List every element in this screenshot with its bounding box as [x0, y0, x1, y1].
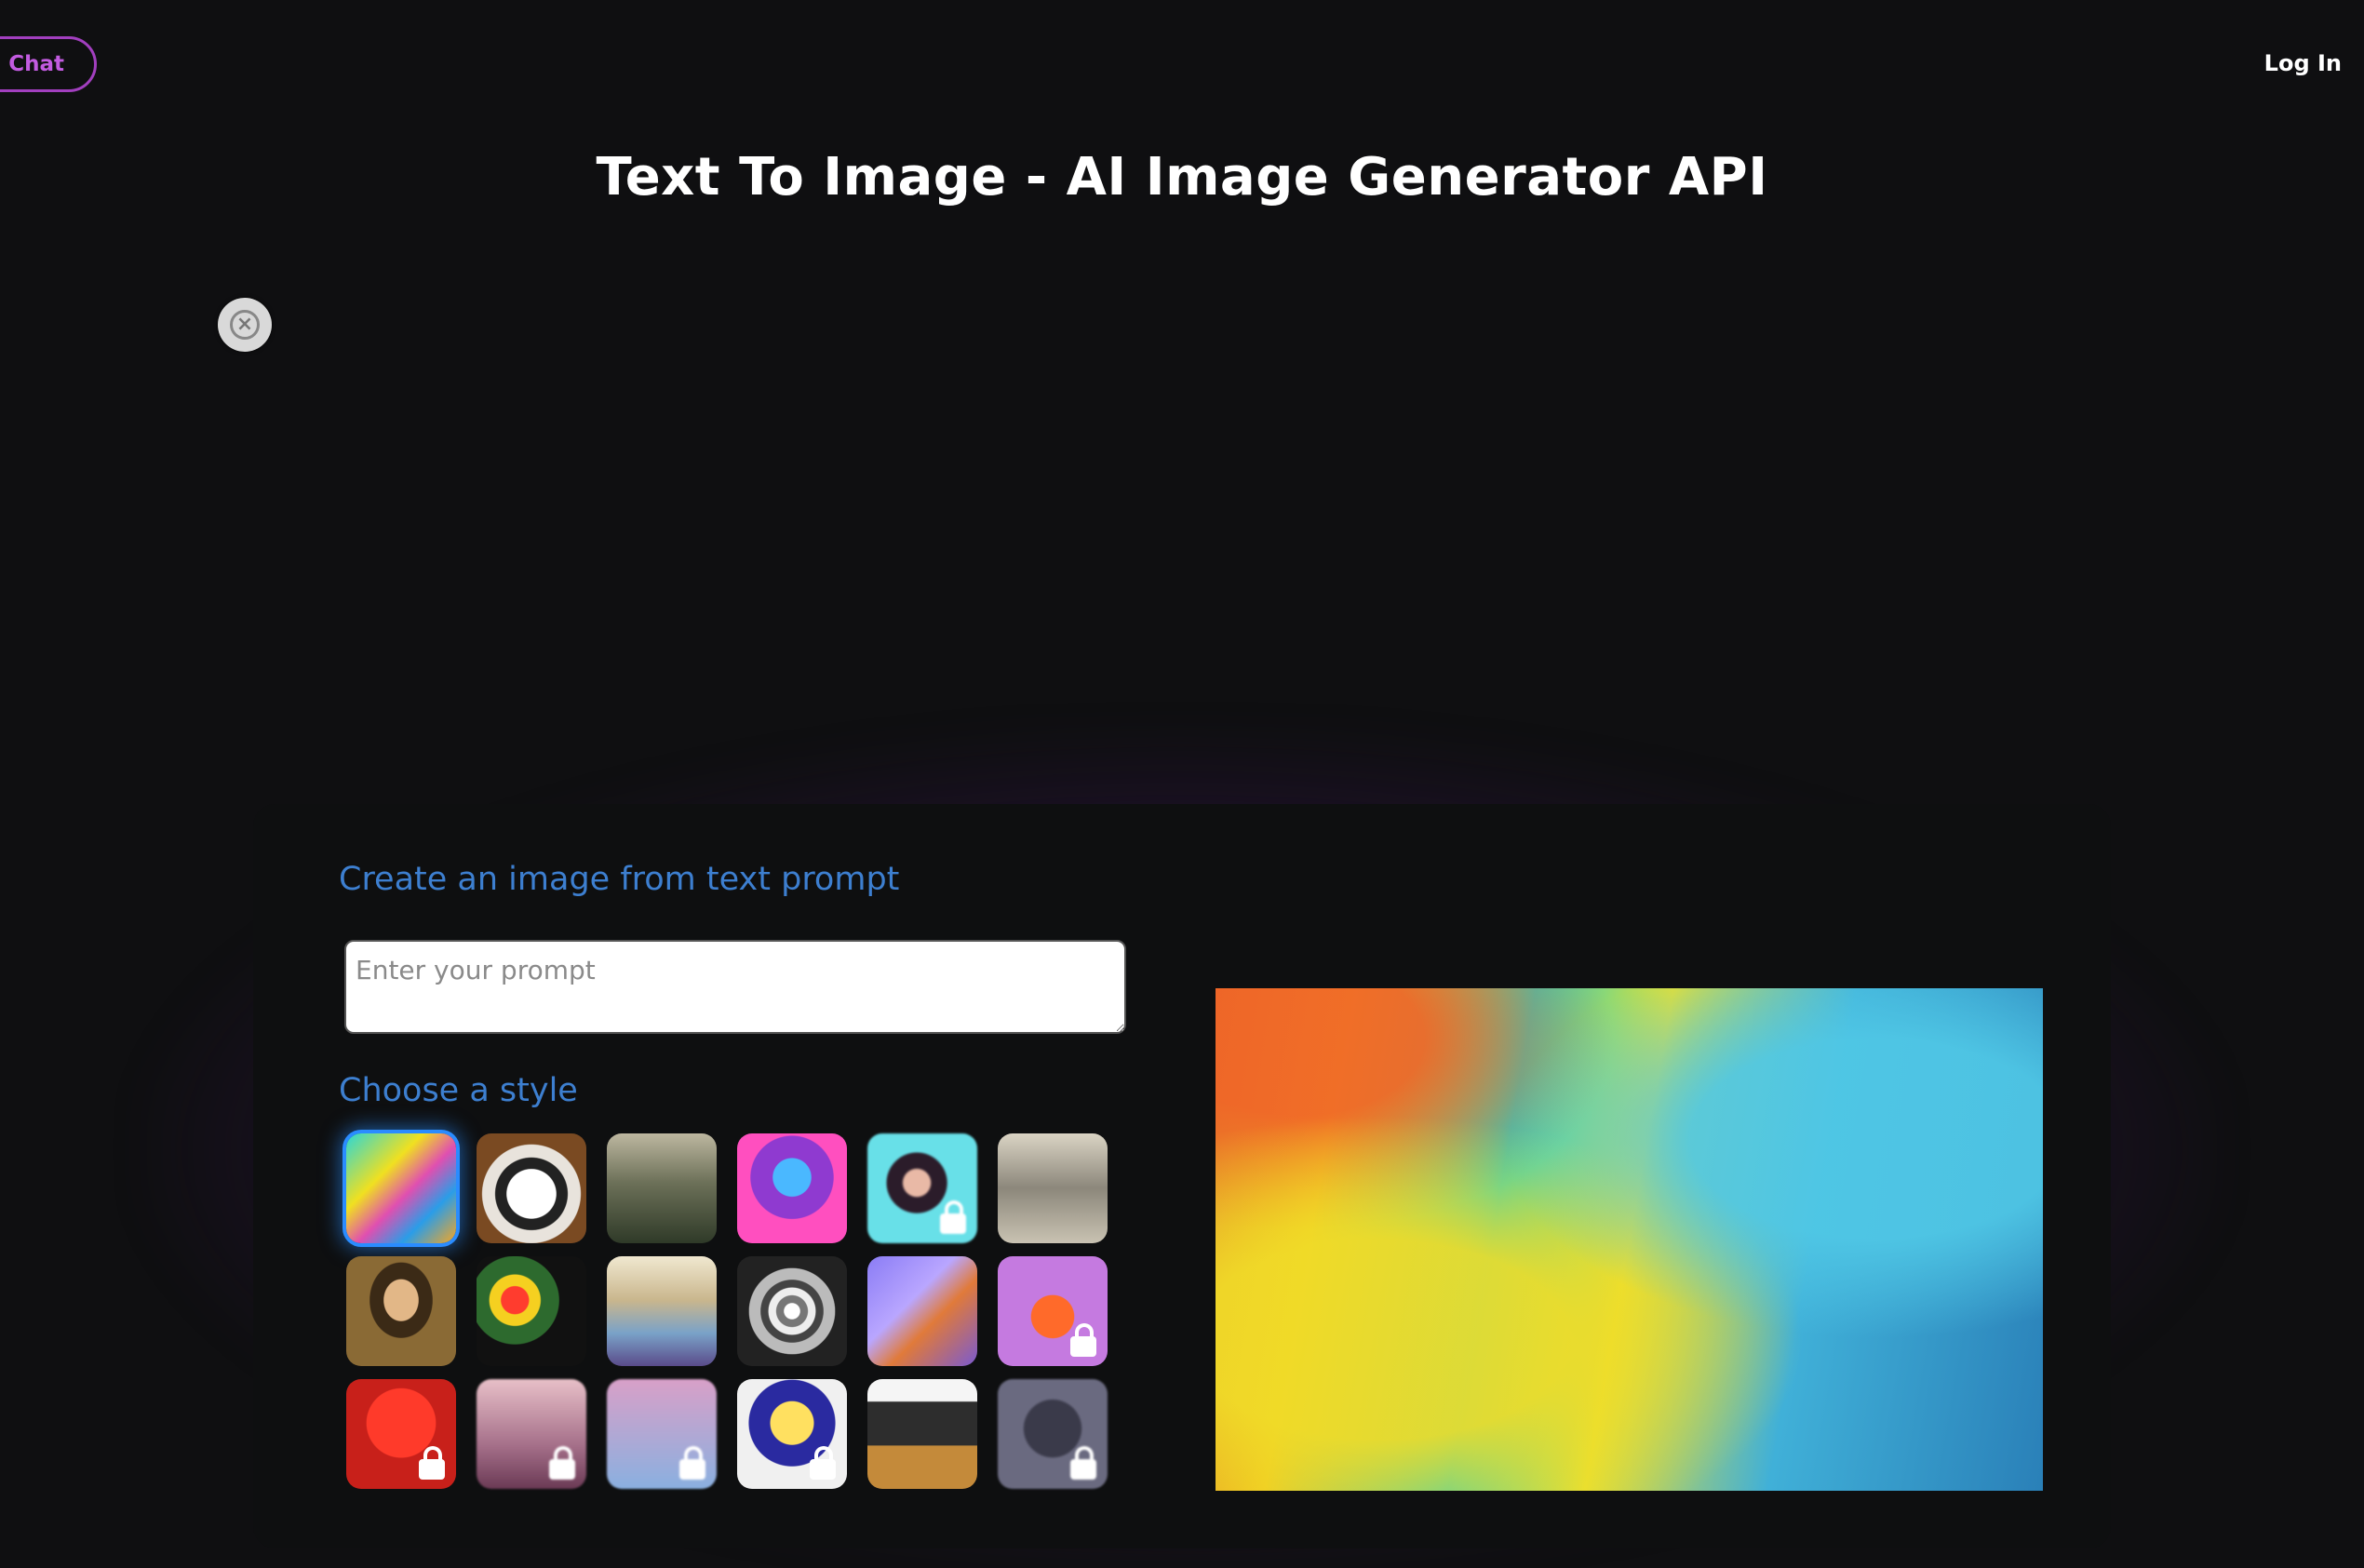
style-tile-isometric-frame[interactable]: [867, 1256, 977, 1366]
lock-icon: [810, 1446, 836, 1480]
style-tile-spiral-bw[interactable]: [737, 1256, 847, 1366]
style-grid: [346, 1133, 1108, 1489]
style-tile-robot-neon[interactable]: [737, 1133, 847, 1243]
login-link[interactable]: Log In: [2264, 50, 2342, 76]
style-tile-landscape-painting[interactable]: [607, 1133, 717, 1243]
style-tile-soft-portrait[interactable]: [477, 1379, 586, 1489]
style-tile-colorful-abstract[interactable]: [346, 1133, 456, 1243]
style-heading: Choose a style: [339, 1072, 578, 1109]
style-tile-pastel-blur[interactable]: [607, 1379, 717, 1489]
style-tile-panda[interactable]: [477, 1133, 586, 1243]
lock-icon: [679, 1446, 705, 1480]
generated-image-preview: [1216, 988, 2043, 1491]
lock-icon: [549, 1446, 575, 1480]
lock-icon: [419, 1446, 445, 1480]
lock-icon: [1070, 1323, 1096, 1357]
page-title: Text To Image - AI Image Generator API: [596, 147, 1768, 208]
style-tile-modern-house[interactable]: [867, 1379, 977, 1489]
close-ad-button[interactable]: ×: [218, 298, 272, 352]
style-tile-renaissance-portrait[interactable]: [346, 1256, 456, 1366]
style-tile-pop-art[interactable]: [737, 1379, 847, 1489]
prompt-input[interactable]: [344, 940, 1126, 1034]
style-tile-vintage-engraving[interactable]: [998, 1133, 1108, 1243]
style-tile-red-figure[interactable]: [346, 1379, 456, 1489]
create-heading: Create an image from text prompt: [339, 861, 900, 898]
lock-icon: [1070, 1446, 1096, 1480]
close-icon: ×: [230, 310, 260, 340]
style-tile-portrait-teal[interactable]: [867, 1133, 977, 1243]
style-tile-ballet-dancers[interactable]: [607, 1256, 717, 1366]
ai-chat-button[interactable]: I Chat: [0, 36, 97, 92]
style-tile-cartoon-fox[interactable]: [998, 1256, 1108, 1366]
style-tile-flowers-vase[interactable]: [477, 1256, 586, 1366]
lock-icon: [940, 1200, 966, 1234]
style-tile-dark-creature[interactable]: [998, 1379, 1108, 1489]
